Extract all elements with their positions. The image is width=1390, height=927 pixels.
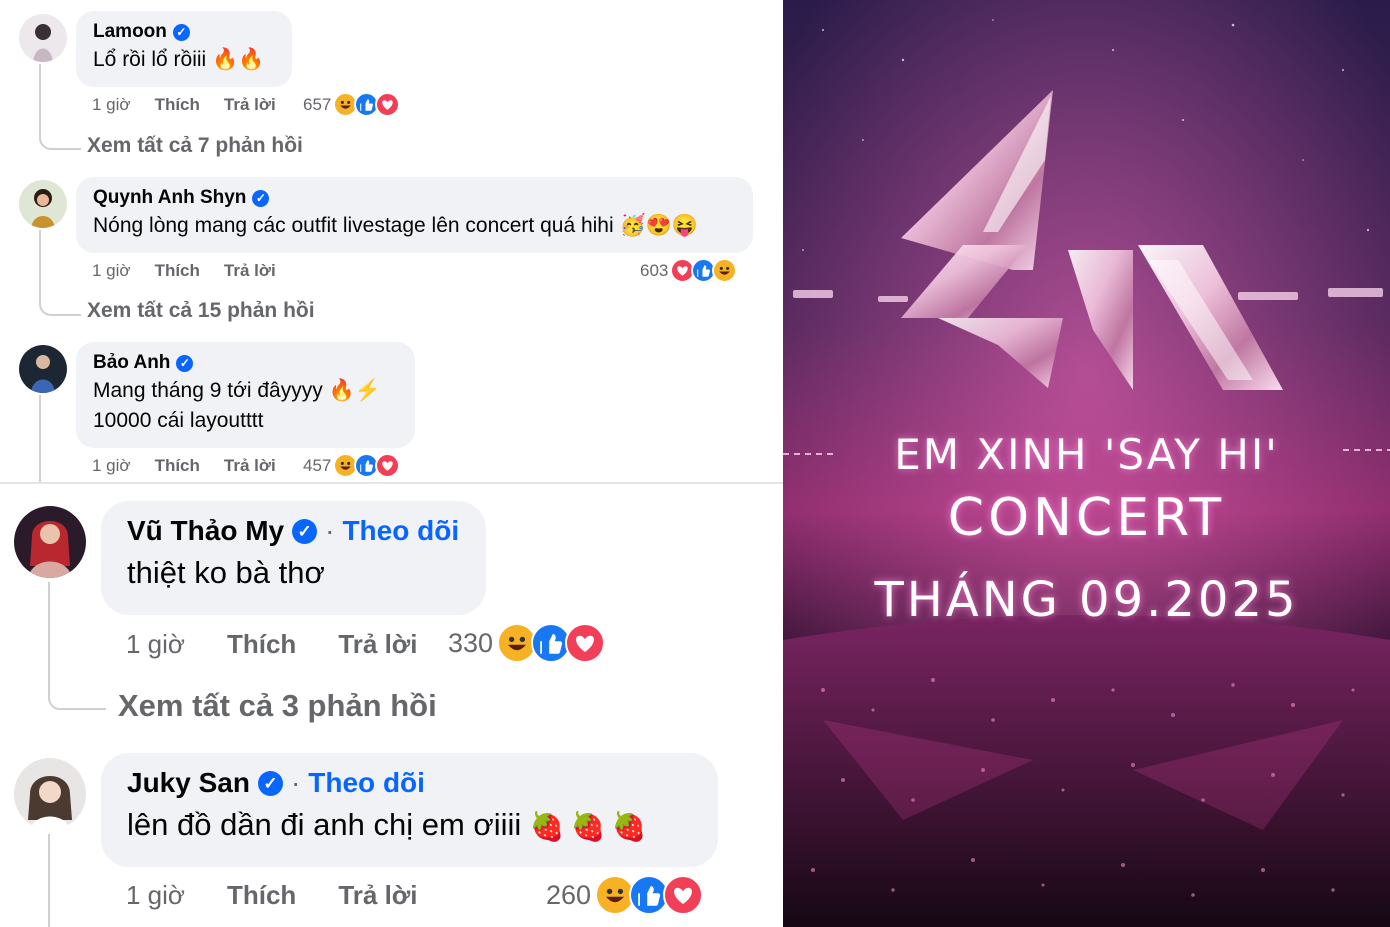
- timestamp[interactable]: 1 giờ: [92, 95, 131, 115]
- commenter-name[interactable]: Juky San: [127, 767, 250, 799]
- like-button[interactable]: Thích: [227, 629, 296, 660]
- reaction-count: 260: [546, 879, 592, 910]
- love-reaction-icon: [375, 453, 401, 478]
- avatar[interactable]: [14, 758, 86, 830]
- avatar[interactable]: [14, 506, 86, 578]
- poster-title-line-1: EM XINH 'SAY HI': [894, 430, 1279, 479]
- fire-emoji-icon: 🔥: [212, 48, 239, 72]
- reaction-count: 457: [303, 455, 332, 475]
- comment-actions: 1 giờ Thích Trả lời: [126, 629, 418, 660]
- comment-actions: 1 giờ Thích Trả lời: [92, 95, 276, 115]
- reaction-count: 603: [640, 260, 669, 280]
- strawberry-emoji-icon: 🍓: [570, 810, 606, 842]
- comment-bubble: Quynh Anh Shyn ✓ Nóng lòng mang các outfi…: [76, 177, 753, 253]
- fire-emoji-icon: 🔥: [238, 48, 265, 72]
- avatar[interactable]: [19, 14, 67, 62]
- reply-button[interactable]: Trả lời: [224, 456, 276, 476]
- poster-title-line-2: CONCERT: [947, 488, 1226, 548]
- timestamp[interactable]: 1 giờ: [126, 629, 185, 660]
- verified-badge-icon: ✓: [292, 518, 318, 544]
- avatar[interactable]: [19, 345, 67, 393]
- timestamp[interactable]: 1 giờ: [126, 880, 185, 911]
- timestamp[interactable]: 1 giờ: [92, 261, 131, 281]
- separator-dot: ·: [290, 767, 301, 798]
- reply-button[interactable]: Trả lời: [224, 261, 276, 281]
- love-reaction-icon: [565, 623, 606, 663]
- view-replies-link[interactable]: Xem tất cả 7 phản hồi: [87, 134, 303, 158]
- separator-dot: ·: [325, 515, 335, 546]
- thread-line: [39, 395, 41, 483]
- verified-badge-icon: ✓: [172, 23, 190, 41]
- comment-text: Nóng lòng mang các outfit livestage lên …: [93, 214, 614, 237]
- reply-button[interactable]: Trả lời: [338, 629, 417, 660]
- thread-line: [39, 64, 81, 150]
- like-button[interactable]: Thích: [155, 95, 200, 115]
- follow-button[interactable]: Theo dõi: [342, 515, 459, 547]
- reaction-summary[interactable]: 657: [303, 92, 401, 117]
- comment-actions: 1 giờ Thích Trả lời: [92, 261, 276, 281]
- commenter-name[interactable]: Bảo Anh: [93, 352, 170, 374]
- view-replies-link[interactable]: Xem tất cả 3 phản hồi: [118, 688, 437, 724]
- commenter-name[interactable]: Vũ Thảo My: [127, 515, 284, 547]
- reply-button[interactable]: Trả lời: [224, 95, 276, 115]
- thread-line: [48, 582, 106, 710]
- reaction-summary[interactable]: 260: [546, 875, 704, 915]
- comment-text: Lổ rồi lổ rồiii: [93, 48, 207, 71]
- heart-eyes-emoji-icon: 😍: [645, 214, 672, 238]
- comment-text: thiệt ko bà thơ: [127, 555, 325, 590]
- commenter-name[interactable]: Lamoon: [93, 21, 167, 43]
- squinting-tongue-emoji-icon: 😝: [671, 214, 698, 238]
- reaction-count: 330: [448, 627, 494, 658]
- concert-poster: EM XINH 'SAY HI' CONCERT THÁNG 09.2025: [783, 0, 1390, 927]
- comment-bubble: Vũ Thảo My ✓ · Theo dõi thiệt ko bà thơ: [101, 501, 486, 615]
- comment-bubble: Lamoon ✓ Lổ rồi lổ rồiii 🔥🔥: [76, 11, 292, 87]
- comment-bubble: Bảo Anh ✓ Mang tháng 9 tới đâyyyy 🔥⚡ 1000…: [76, 342, 415, 448]
- comment-actions: 1 giờ Thích Trả lời: [126, 880, 418, 911]
- comment-bubble: Juky San ✓ · Theo dõi lên đồ dần đi anh chị…: [101, 753, 718, 867]
- love-reaction-icon: [375, 92, 401, 117]
- commenter-name[interactable]: Quynh Anh Shyn: [93, 187, 246, 209]
- verified-badge-icon: ✓: [252, 189, 270, 207]
- reaction-summary[interactable]: 603: [640, 258, 738, 283]
- comment-actions: 1 giờ Thích Trả lời: [92, 456, 276, 476]
- timestamp[interactable]: 1 giờ: [92, 456, 131, 476]
- love-reaction-icon: [663, 875, 704, 915]
- haha-reaction-icon: [712, 258, 738, 283]
- thread-line: [48, 834, 50, 927]
- reaction-summary[interactable]: 330: [448, 623, 606, 663]
- reaction-summary[interactable]: 457: [303, 453, 401, 478]
- comment-text-line-2: 10000 cái layoutttt: [93, 409, 264, 433]
- follow-button[interactable]: Theo dõi: [308, 767, 425, 799]
- lightning-emoji-icon: ⚡: [354, 379, 381, 403]
- like-button[interactable]: Thích: [227, 880, 296, 911]
- comments-panel: Lamoon ✓ Lổ rồi lổ rồiii 🔥🔥 1 giờ Thích T…: [0, 0, 783, 927]
- like-button[interactable]: Thích: [155, 456, 200, 476]
- screenshot-divider: [0, 482, 783, 484]
- verified-badge-icon: ✓: [176, 354, 194, 372]
- reply-button[interactable]: Trả lời: [338, 880, 417, 911]
- comment-text: Mang tháng 9 tới đâyyyy: [93, 379, 323, 402]
- strawberry-emoji-icon: 🍓: [529, 810, 565, 842]
- like-button[interactable]: Thích: [155, 261, 200, 281]
- party-face-emoji-icon: 🥳: [619, 214, 646, 238]
- verified-badge-icon: ✓: [257, 770, 283, 796]
- strawberry-emoji-icon: 🍓: [611, 810, 647, 842]
- comment-text: lên đồ dần đi anh chị em ơiiii: [127, 807, 522, 842]
- fire-emoji-icon: 🔥: [328, 379, 355, 403]
- avatar[interactable]: [19, 180, 67, 228]
- reaction-count: 657: [303, 94, 332, 114]
- view-replies-link[interactable]: Xem tất cả 15 phản hồi: [87, 299, 315, 323]
- poster-date: THÁNG 09.2025: [874, 572, 1299, 628]
- thread-line: [39, 230, 81, 316]
